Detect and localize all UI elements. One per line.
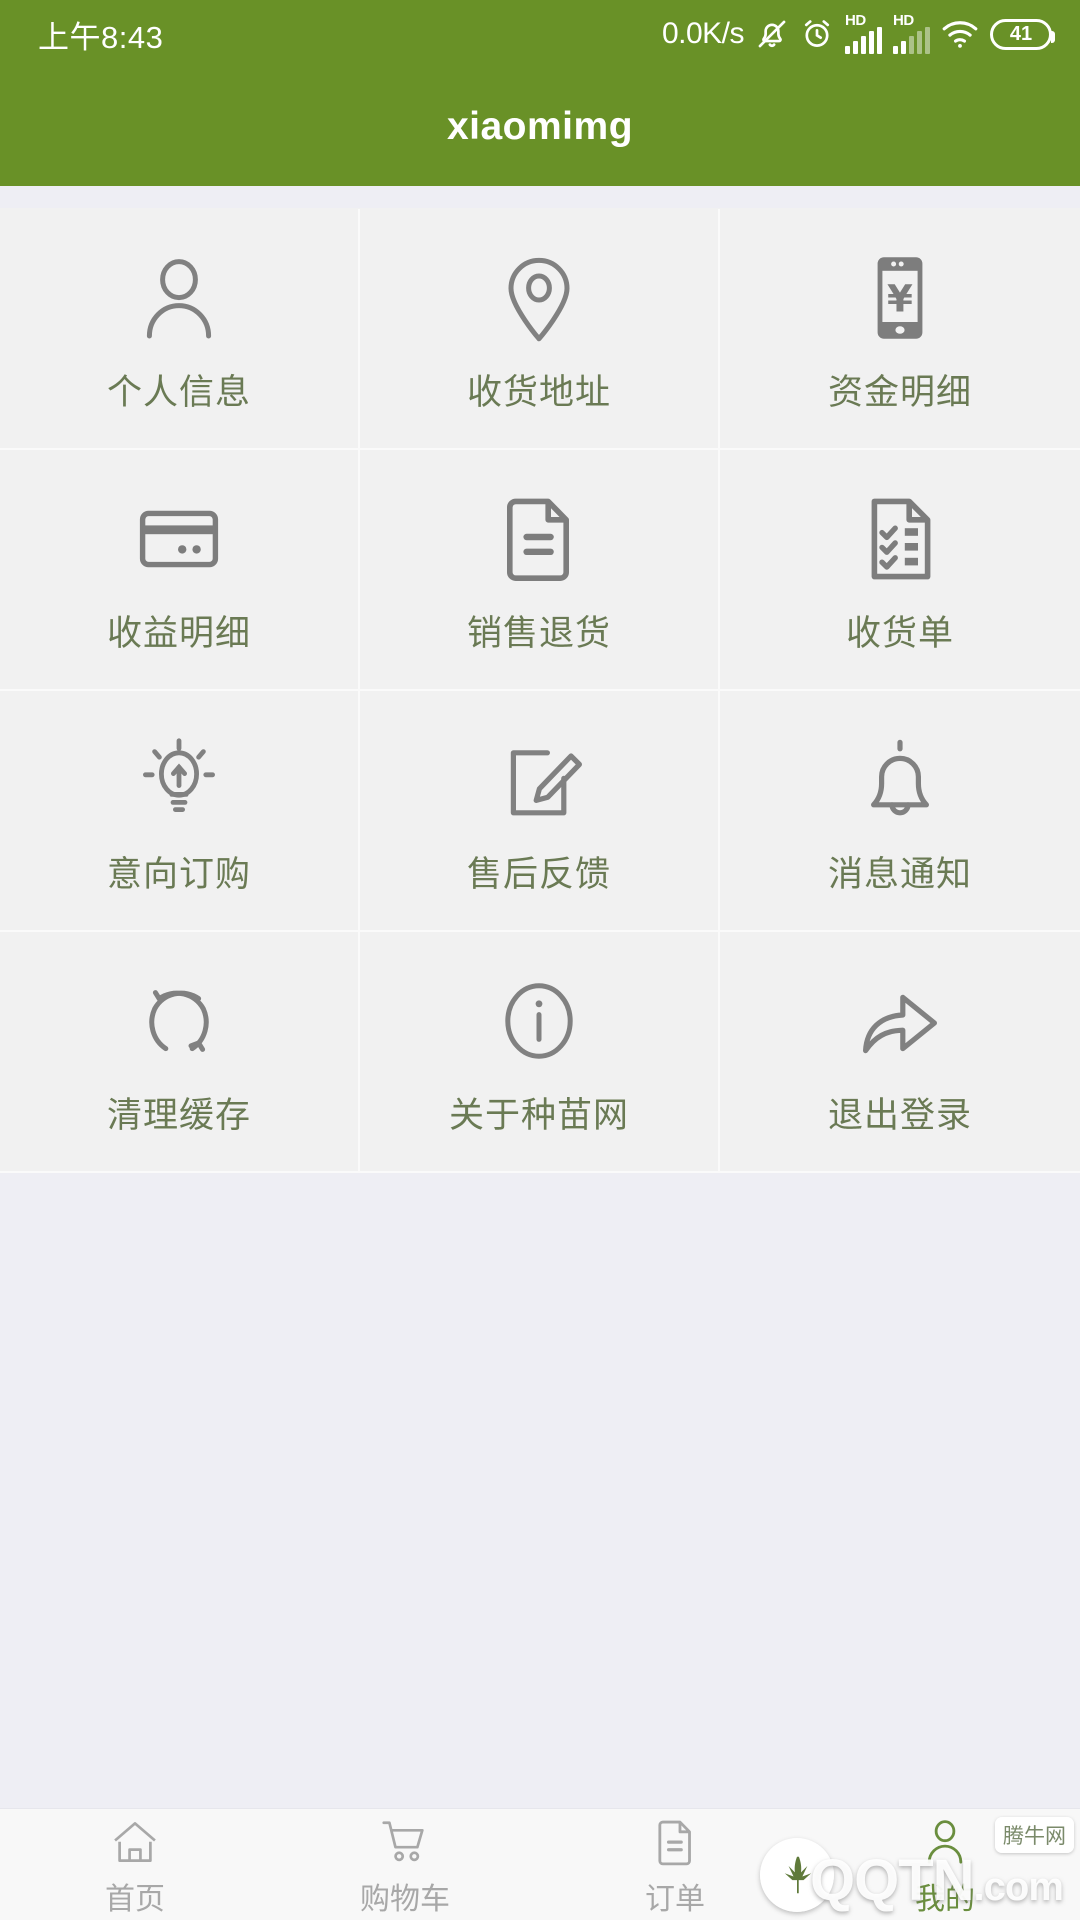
grid-item-label: 收货地址 — [466, 373, 611, 412]
grid-item-logout[interactable]: 退出登录 — [720, 932, 1080, 1173]
grid-item-label: 收货单 — [845, 614, 954, 653]
grid-item-sales-return[interactable]: 销售退货 — [360, 450, 720, 691]
profile-person-icon — [918, 1812, 972, 1868]
phone-yuan-icon: ¥ — [852, 242, 948, 354]
status-time: 上午8:43 — [38, 19, 164, 55]
tab-orders[interactable]: 订单 — [540, 1809, 810, 1920]
signal-hd-2-icon: HD — [893, 12, 930, 54]
refresh-cycle-icon — [131, 965, 227, 1077]
tab-label: 首页 — [105, 1882, 165, 1916]
tab-profile[interactable]: 我的 — [810, 1809, 1080, 1920]
grid-item-label: 收益明细 — [106, 614, 251, 653]
tab-cart[interactable]: 购物车 — [270, 1809, 540, 1920]
grid-item-label: 个人信息 — [106, 373, 251, 412]
grid-item-clear-cache[interactable]: 清理缓存 — [0, 932, 360, 1173]
grid-item-label: 意向订购 — [106, 855, 251, 894]
grid-item-label: 消息通知 — [827, 855, 972, 894]
signal-bars-1 — [845, 27, 882, 54]
signal-hd-1-icon: HD — [845, 12, 882, 54]
bottom-tab-bar: 首页 购物车 订单 我的 — [0, 1808, 1080, 1920]
alarm-clock-icon — [800, 17, 834, 51]
svg-text:¥: ¥ — [887, 277, 913, 321]
hd-label-1: HD — [845, 12, 866, 29]
status-bar: 上午8:43 0.0K/s HD HD 41 — [0, 0, 1080, 68]
home-icon — [108, 1812, 162, 1868]
grid-item-label: 销售退货 — [466, 614, 611, 653]
page-title: xiaomimg — [446, 105, 634, 148]
order-document-icon — [649, 1812, 701, 1868]
status-icons-group: 0.0K/s HD HD 41 — [661, 12, 1055, 54]
person-icon — [131, 242, 227, 354]
content-area: 个人信息 收货地址 ¥ 资金明细 收益明细 销售退货 收货单 意向订购 售后反馈… — [0, 186, 1080, 1920]
grid-item-notifications[interactable]: 消息通知 — [720, 691, 1080, 932]
grid-item-fund-details[interactable]: ¥ 资金明细 — [720, 209, 1080, 450]
mute-bell-icon — [755, 17, 789, 51]
location-pin-icon — [491, 242, 587, 354]
grid-item-personal-info[interactable]: 个人信息 — [0, 209, 360, 450]
grid-item-label: 资金明细 — [827, 373, 972, 412]
menu-grid: 个人信息 收货地址 ¥ 资金明细 收益明细 销售退货 收货单 意向订购 售后反馈… — [0, 208, 1080, 1173]
document-lines-icon — [491, 483, 587, 595]
tab-label: 我的 — [915, 1882, 975, 1916]
checklist-document-icon — [852, 483, 948, 595]
grid-item-intent-order[interactable]: 意向订购 — [0, 691, 360, 932]
tab-label: 订单 — [645, 1882, 705, 1916]
grid-item-label: 关于种苗网 — [448, 1096, 629, 1135]
grid-item-after-sales-feedback[interactable]: 售后反馈 — [360, 691, 720, 932]
grid-item-label: 售后反馈 — [466, 855, 611, 894]
grid-item-shipping-address[interactable]: 收货地址 — [360, 209, 720, 450]
app-root: 上午8:43 0.0K/s HD HD 41 xiaomimg 个人信息 收货地… — [0, 0, 1080, 1920]
grid-item-label: 退出登录 — [827, 1096, 972, 1135]
network-speed-text: 0.0K/s — [661, 17, 745, 50]
lightbulb-icon — [131, 724, 227, 836]
tab-home[interactable]: 首页 — [0, 1809, 270, 1920]
wifi-icon — [941, 19, 979, 49]
signal-bars-2 — [893, 27, 930, 54]
share-arrow-icon — [852, 965, 948, 1077]
hd-label-2: HD — [893, 12, 914, 29]
info-circle-icon — [491, 965, 587, 1077]
battery-level: 41 — [1009, 22, 1033, 45]
grid-item-receipt-note[interactable]: 收货单 — [720, 450, 1080, 691]
edit-note-icon — [491, 724, 587, 836]
shopping-cart-icon — [377, 1812, 433, 1868]
battery-icon: 41 — [990, 18, 1055, 50]
app-header: xiaomimg — [0, 68, 1080, 186]
grid-item-label: 清理缓存 — [106, 1096, 251, 1135]
bell-icon — [852, 724, 948, 836]
grid-item-about[interactable]: 关于种苗网 — [360, 932, 720, 1173]
grid-item-earnings-details[interactable]: 收益明细 — [0, 450, 360, 691]
tab-label: 购物车 — [360, 1882, 450, 1916]
credit-card-icon — [131, 483, 227, 595]
